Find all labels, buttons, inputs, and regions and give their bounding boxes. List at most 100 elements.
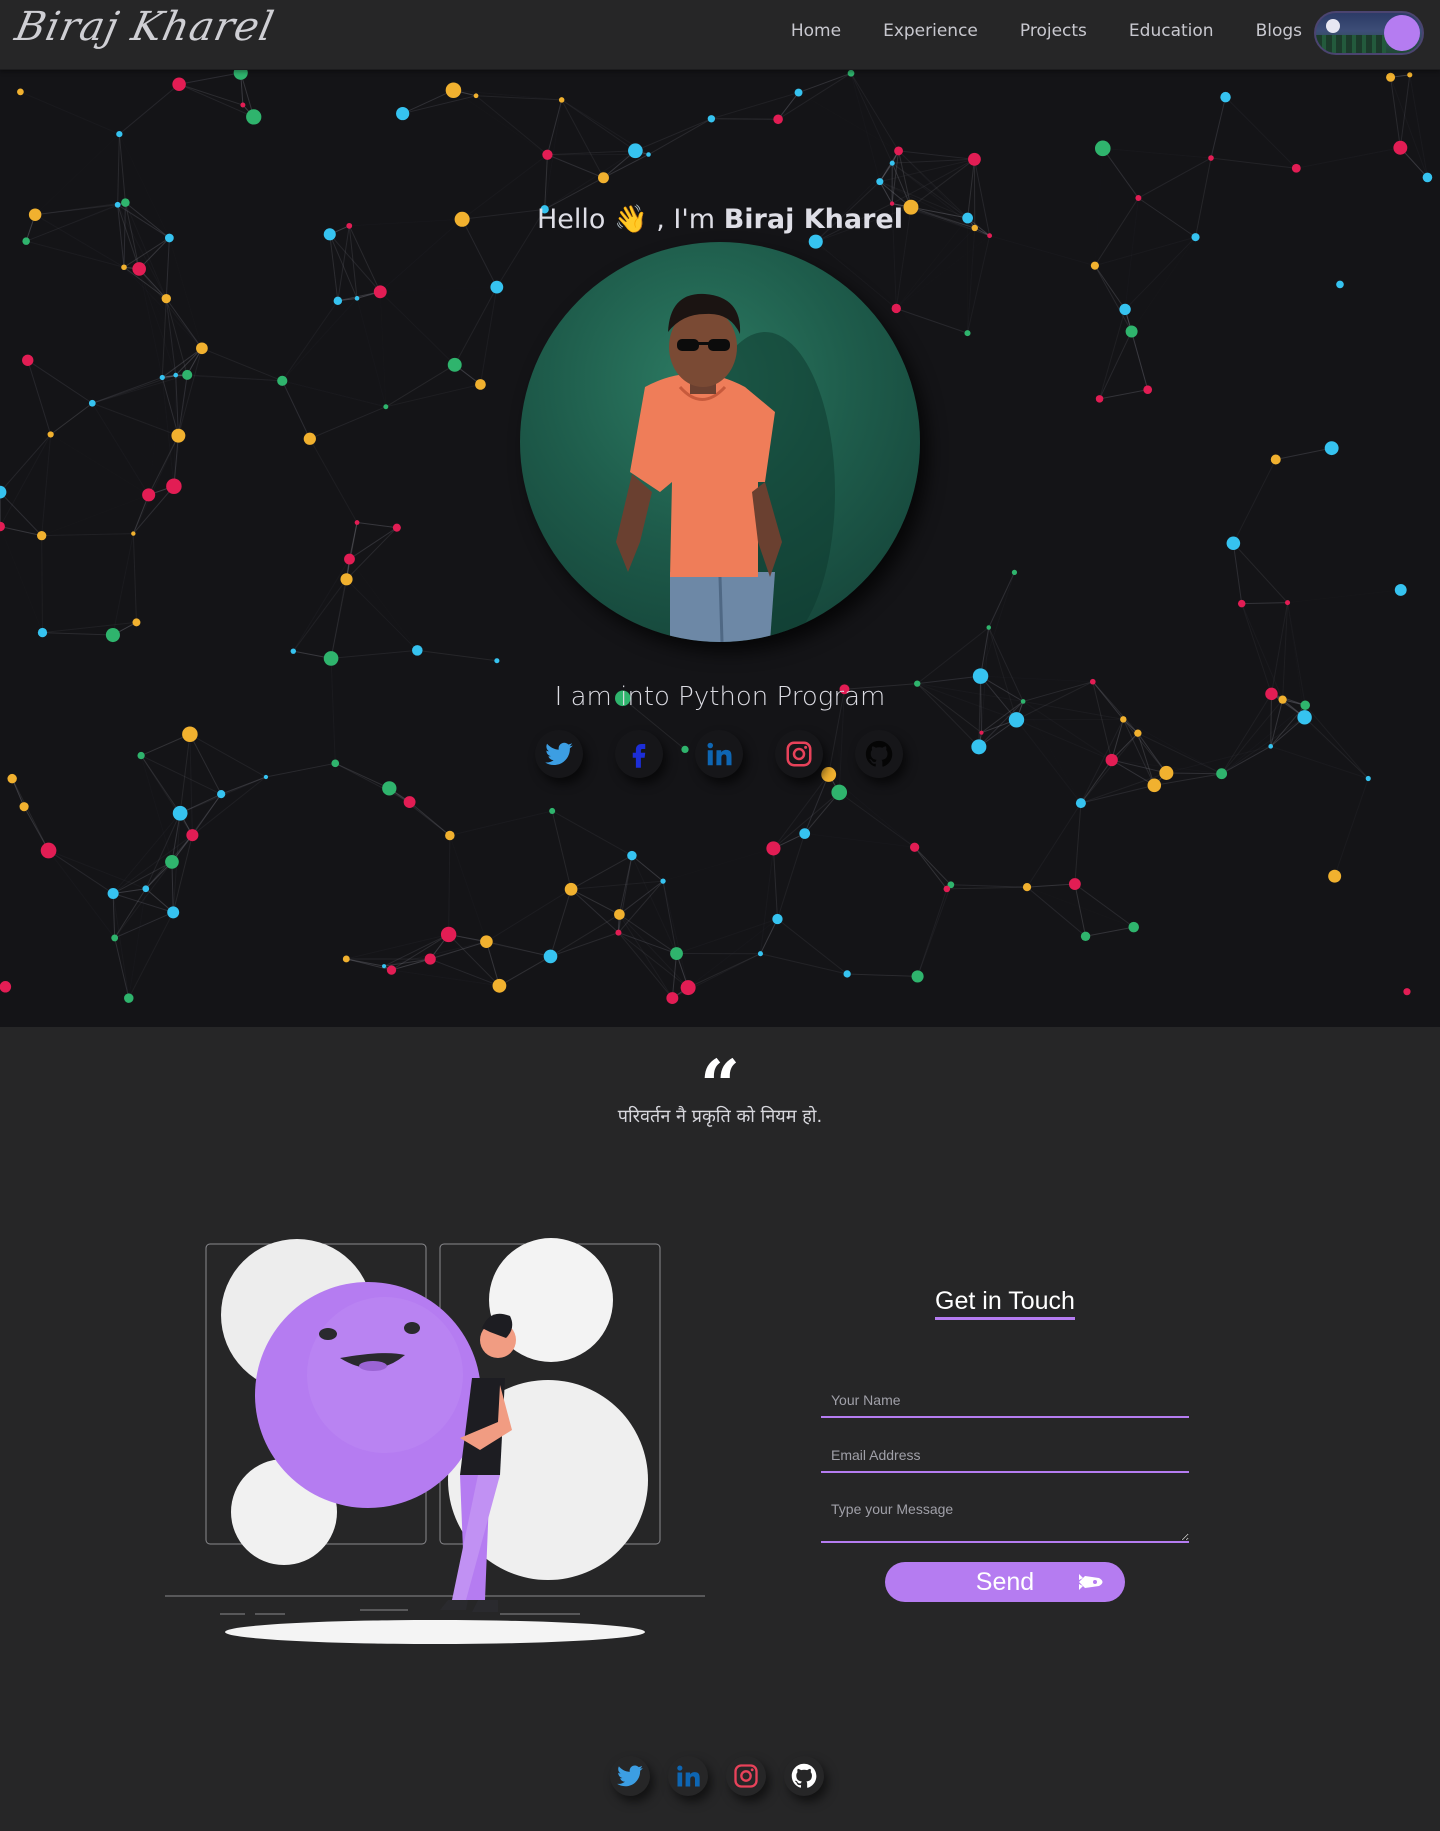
site-logo[interactable]: Biraj Kharel [11, 4, 278, 50]
linkedin-icon[interactable] [695, 730, 743, 778]
particle-link [1409, 74, 1428, 178]
particle-link [179, 72, 241, 85]
particle-link [265, 762, 336, 778]
hero-social-links [535, 730, 903, 778]
particle-link [385, 364, 455, 408]
particle-dot [1119, 303, 1131, 316]
toggle-knob [1384, 15, 1420, 51]
twitter-icon[interactable] [610, 1756, 650, 1796]
particle-link [92, 403, 174, 486]
particle-link [1275, 447, 1332, 460]
quote-text: परिवर्तन नै प्रकृति को नियम हो. [617, 1106, 823, 1127]
particle-dot [392, 523, 401, 532]
particle-link [898, 150, 975, 160]
particle-link [0, 491, 43, 536]
particle-dot [17, 88, 24, 96]
particle-link [1221, 745, 1271, 775]
linkedin-icon[interactable] [668, 1756, 708, 1796]
particle-link [201, 347, 283, 382]
particle-link [177, 374, 188, 436]
particle-link [356, 522, 397, 529]
particle-link [663, 848, 773, 881]
particle-dot [492, 978, 507, 993]
particle-dot [1068, 878, 1081, 890]
particle-link [5, 938, 114, 987]
particle-link [281, 380, 311, 439]
name-input[interactable] [821, 1383, 1189, 1418]
particle-link [804, 792, 840, 834]
nav-link-projects[interactable]: Projects [1020, 21, 1087, 41]
hero-section: Hello 👋 , I'm Biraj Kharel I am into Pyt… [0, 70, 1440, 1027]
github-icon[interactable] [784, 1756, 824, 1796]
message-textarea[interactable] [821, 1493, 1189, 1543]
particle-link [711, 118, 779, 120]
particle-link [112, 812, 181, 894]
particle-dot [1220, 91, 1231, 103]
particle-dot [107, 887, 119, 900]
particle-link [989, 627, 1093, 681]
particle-dot [182, 726, 198, 743]
particle-dot [105, 627, 120, 643]
particle-link [171, 861, 174, 913]
github-icon[interactable] [855, 730, 903, 778]
particle-link [282, 380, 386, 408]
particle-dot [196, 342, 208, 355]
particle-link [41, 533, 134, 537]
particle-link [112, 533, 134, 636]
particle-dot [666, 992, 679, 1005]
particle-dot [37, 530, 47, 541]
particle-link [1138, 157, 1212, 199]
particle-link [547, 154, 604, 179]
particle-link [0, 526, 42, 632]
particle-dot [386, 965, 397, 975]
particle-dot [909, 842, 920, 852]
email-input[interactable] [821, 1438, 1189, 1473]
nav-link-education[interactable]: Education [1129, 21, 1214, 41]
particle-dot [165, 855, 179, 869]
particle-dot [354, 520, 360, 525]
particle-dot [490, 280, 504, 294]
particle-dot [808, 234, 823, 249]
nav-link-home[interactable]: Home [791, 21, 841, 41]
contact-title: Get in Touch [935, 1287, 1075, 1320]
person-illustration [616, 293, 835, 642]
particle-link [1123, 719, 1221, 773]
particle-dot [331, 759, 340, 768]
facebook-icon[interactable] [615, 730, 663, 778]
particle-link [648, 118, 712, 155]
particle-dot [37, 627, 48, 638]
instagram-icon[interactable] [726, 1756, 766, 1796]
instagram-icon[interactable] [775, 730, 823, 778]
particle-dot [1159, 765, 1174, 780]
particle-dot [1208, 155, 1214, 161]
particle-dot [680, 980, 696, 996]
particle-link [1027, 883, 1075, 888]
particle-dot [131, 531, 136, 536]
particle-dot [111, 934, 119, 942]
particle-dot [1237, 599, 1246, 608]
twitter-icon[interactable] [535, 730, 583, 778]
particle-dot [445, 830, 455, 841]
particle-link [402, 89, 454, 115]
particle-link [1074, 803, 1082, 885]
particle-link [1390, 77, 1428, 178]
particle-link [448, 835, 451, 935]
particle-dot [1324, 441, 1339, 456]
footer-social-links [610, 1756, 824, 1796]
particle-link [946, 886, 1028, 890]
theme-toggle[interactable] [1314, 11, 1424, 55]
nav-link-blogs[interactable]: Blogs [1256, 21, 1302, 41]
particle-link [346, 578, 418, 651]
particle-link [1334, 778, 1369, 877]
particle-link [177, 348, 203, 436]
particle-dot [1080, 931, 1091, 942]
greeting-prefix: Hello [537, 204, 606, 235]
particle-dot [1125, 325, 1138, 338]
send-button[interactable]: Send [885, 1562, 1125, 1602]
particle-dot [40, 842, 57, 859]
particle-dot [542, 149, 553, 160]
nav-link-experience[interactable]: Experience [883, 21, 978, 41]
particle-dot [445, 82, 462, 98]
particle-link [914, 846, 952, 886]
particle-dot [1394, 584, 1407, 596]
